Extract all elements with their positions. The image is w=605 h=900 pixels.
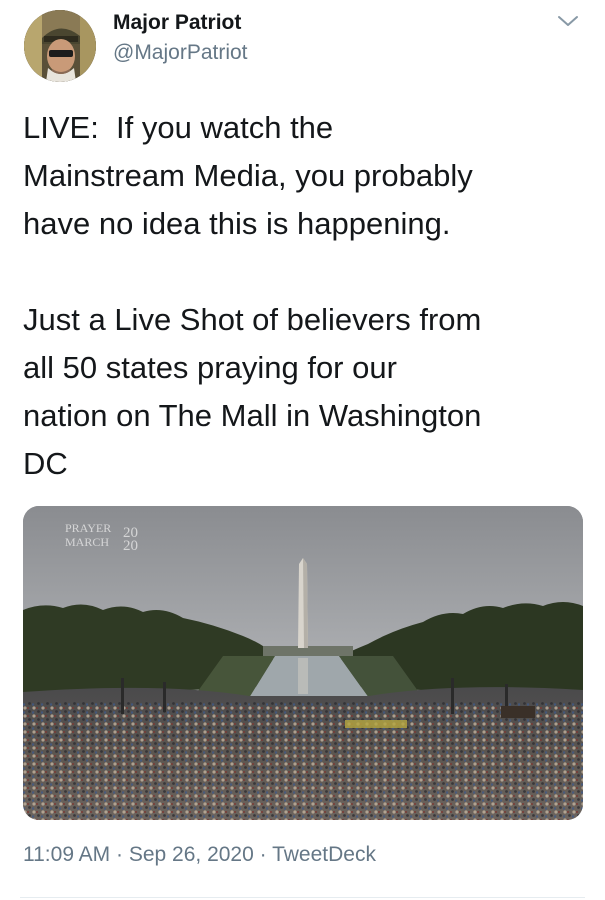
author-name[interactable]: Major Patriot — [113, 11, 241, 35]
tweet-header: Major Patriot @MajorPatriot — [20, 8, 585, 82]
crowd-photo: PRAYER MARCH 20 20 — [23, 506, 583, 820]
meta-separator: · — [110, 843, 129, 866]
watermark-year-bottom: 20 — [123, 538, 138, 554]
watermark-march: MARCH — [65, 535, 109, 549]
tweet-source[interactable]: TweetDeck — [272, 843, 376, 866]
soldier-portrait-icon — [24, 10, 96, 82]
divider — [20, 897, 585, 898]
tweet-time[interactable]: 11:09 AM — [23, 843, 110, 866]
chevron-down-icon[interactable] — [557, 14, 579, 28]
author-handle[interactable]: @MajorPatriot — [113, 41, 248, 65]
meta-separator: · — [253, 843, 273, 866]
tweet-text: LIVE: If you watch the Mainstream Media,… — [23, 110, 482, 481]
watermark-prayer: PRAYER — [65, 521, 111, 535]
avatar[interactable] — [24, 10, 96, 82]
tweet-media-photo[interactable]: PRAYER MARCH 20 20 — [23, 506, 583, 820]
tweet-meta: 11:09 AM · Sep 26, 2020 · TweetDeck — [23, 843, 376, 867]
tweet-date[interactable]: Sep 26, 2020 — [129, 843, 254, 866]
